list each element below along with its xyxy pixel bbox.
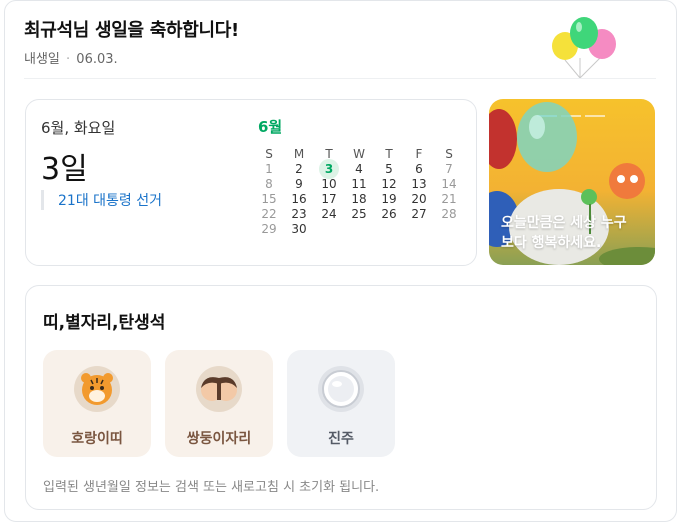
- promo-text-line1: 오늘만큼은 세상 누구: [501, 215, 627, 231]
- day-number: 3일: [41, 144, 88, 188]
- balloons-icon: [552, 17, 616, 78]
- my-birthday-label: 내생일: [24, 52, 60, 67]
- calendar-day[interactable]: 24: [314, 207, 344, 222]
- calendar-day[interactable]: 10: [314, 177, 344, 192]
- calendar-day[interactable]: 15: [254, 192, 284, 207]
- holiday-event-link[interactable]: 21대 대통령 선거: [41, 190, 162, 210]
- calendar-day[interactable]: 1: [254, 162, 284, 177]
- chinese-zodiac-label: 호랑이띠: [71, 431, 123, 447]
- calendar-day[interactable]: 19: [374, 192, 404, 207]
- calendar-day[interactable]: 27: [404, 207, 434, 222]
- calendar-day: [404, 222, 434, 237]
- calendar-day[interactable]: 12: [374, 177, 404, 192]
- weekday-header: W: [353, 147, 365, 161]
- promo-text-line2: 보다 행복하세요.: [501, 235, 602, 251]
- calendar-day[interactable]: 5: [374, 162, 404, 177]
- day-number-value: 3: [41, 152, 61, 187]
- calendar-day[interactable]: 25: [344, 207, 374, 222]
- calendar-day: [434, 222, 464, 237]
- header-divider: [24, 78, 656, 79]
- weekday-header: T: [385, 147, 393, 161]
- calendar-day[interactable]: 16: [284, 192, 314, 207]
- calendar-day[interactable]: 29: [254, 222, 284, 237]
- zodiac-card: 띠,별자리,탄생석 호랑이띠 쌍둥이자리 진주 입력된 생년월일 정보는 검색 …: [25, 285, 657, 510]
- weekday-header: F: [415, 147, 423, 161]
- pearl-icon: [318, 366, 364, 412]
- calendar-day-today[interactable]: 3: [314, 159, 344, 179]
- chinese-zodiac-tile[interactable]: 호랑이띠: [43, 350, 151, 457]
- weekday-header: S: [265, 147, 273, 161]
- calendar-day[interactable]: 23: [284, 207, 314, 222]
- calendar-day[interactable]: 11: [344, 177, 374, 192]
- calendar-day[interactable]: 28: [434, 207, 464, 222]
- calendar-day: [314, 222, 344, 237]
- birthstone-tile[interactable]: 진주: [287, 350, 395, 457]
- separator-dot: ·: [61, 52, 75, 67]
- calendar-day[interactable]: 17: [314, 192, 344, 207]
- calendar-month: 6월: [258, 118, 283, 136]
- birthday-promo-banner[interactable]: 오늘만큼은 세상 누구 보다 행복하세요.: [489, 99, 655, 265]
- day-number-suffix: 일: [60, 152, 88, 187]
- calendar-day[interactable]: 2: [284, 162, 314, 177]
- birthday-subtitle: 내생일 · 06.03.: [24, 48, 239, 67]
- twins-icon: [196, 366, 242, 412]
- birthday-header: 최규석님 생일을 축하합니다! 내생일 · 06.03.: [24, 16, 239, 67]
- calendar-day[interactable]: 22: [254, 207, 284, 222]
- calendar-day[interactable]: 30: [284, 222, 314, 237]
- tiger-icon: [74, 366, 120, 412]
- calendar-day: [374, 222, 404, 237]
- star-sign-tile[interactable]: 쌍둥이자리: [165, 350, 273, 457]
- zodiac-title: 띠,별자리,탄생석: [43, 313, 166, 333]
- calendar-day[interactable]: 4: [344, 162, 374, 177]
- reset-notice: 입력된 생년월일 정보는 검색 또는 새로고침 시 초기화 됩니다.: [43, 480, 380, 495]
- calendar-day[interactable]: 26: [374, 207, 404, 222]
- birthday-title: 최규석님 생일을 축하합니다!: [24, 20, 239, 41]
- promo-text: 오늘만큼은 세상 누구 보다 행복하세요.: [501, 213, 627, 253]
- my-birthday-date: 06.03.: [76, 52, 118, 67]
- weekday-header: M: [293, 147, 305, 161]
- today-date-card: 6월, 화요일 3일 21대 대통령 선거 6월 SMTWTFS12345678…: [25, 99, 477, 266]
- calendar-day[interactable]: 14: [434, 177, 464, 192]
- calendar-day[interactable]: 21: [434, 192, 464, 207]
- calendar-day[interactable]: 6: [404, 162, 434, 177]
- calendar-day[interactable]: 20: [404, 192, 434, 207]
- star-sign-label: 쌍둥이자리: [186, 431, 252, 447]
- calendar-day[interactable]: 18: [344, 192, 374, 207]
- weekday-header: S: [445, 147, 453, 161]
- calendar-day[interactable]: 9: [284, 177, 314, 192]
- calendar-day: [344, 222, 374, 237]
- calendar-day[interactable]: 7: [434, 162, 464, 177]
- birthstone-label: 진주: [328, 431, 354, 447]
- month-weekday-label: 6월, 화요일: [41, 119, 116, 137]
- calendar-day[interactable]: 13: [404, 177, 434, 192]
- mini-calendar: S M T W T F S 1 2 3 4 5 6 7 8 9 10 11 12 13 14 15 16 17 18 19 20 21…: [254, 147, 464, 237]
- calendar-day[interactable]: 8: [254, 177, 284, 192]
